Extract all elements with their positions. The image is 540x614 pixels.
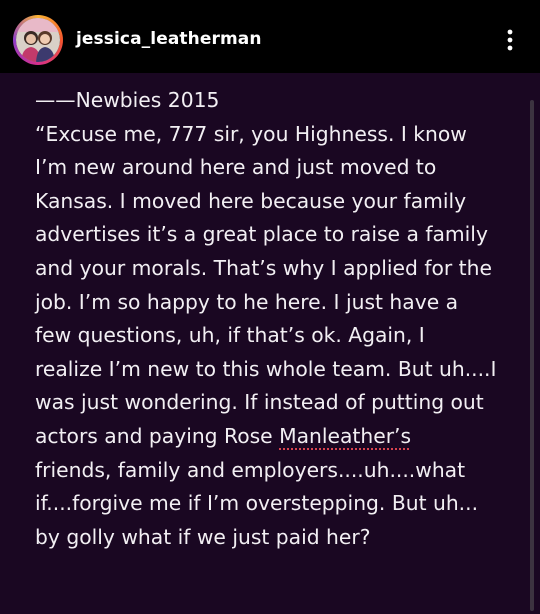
post-text: ——Newbies 2015 “Excuse me, 777 sir, you … xyxy=(35,84,535,554)
text-line: and your morals. That’s why I applied fo… xyxy=(35,255,492,280)
username[interactable]: jessica_leatherman xyxy=(76,29,262,49)
post-text-card[interactable]: ——Newbies 2015 “Excuse me, 777 sir, you … xyxy=(0,73,540,614)
text-line: job. I’m so happy to he here. I just hav… xyxy=(35,289,459,314)
more-options-button[interactable] xyxy=(498,24,522,56)
text-line: was just wondering. If instead of puttin… xyxy=(35,390,484,415)
avatar-image[interactable] xyxy=(16,18,60,62)
text-line: Kansas. I moved here because your family xyxy=(35,188,467,213)
text-line: ——Newbies 2015 xyxy=(35,88,220,112)
text-segment: actors and paying Rose xyxy=(35,423,280,448)
spellcheck-flagged-word[interactable]: Manleather’s xyxy=(279,424,411,448)
text-line: actors and paying Rose Manleather’s xyxy=(35,420,535,454)
text-line: “Excuse me, 777 sir, you Highness. I kno… xyxy=(35,121,467,146)
text-line: by golly what if we just paid her? xyxy=(35,524,371,549)
post-header: jessica_leatherman xyxy=(0,0,540,80)
text-line: advertises it’s a great place to raise a… xyxy=(35,222,488,247)
text-line: if....forgive me if I’m overstepping. Bu… xyxy=(35,491,479,516)
text-line: realize I’m new to this whole team. But … xyxy=(35,356,497,381)
text-line: few questions, uh, if that’s ok. Again, … xyxy=(35,323,425,348)
vertical-ellipsis-icon xyxy=(507,29,513,51)
avatar[interactable] xyxy=(13,15,63,65)
text-line: I’m new around here and just moved to xyxy=(35,155,437,180)
profile-photo-icon xyxy=(16,18,60,62)
text-line: friends, family and employers....uh....w… xyxy=(35,457,466,482)
scrollbar[interactable] xyxy=(530,100,534,611)
